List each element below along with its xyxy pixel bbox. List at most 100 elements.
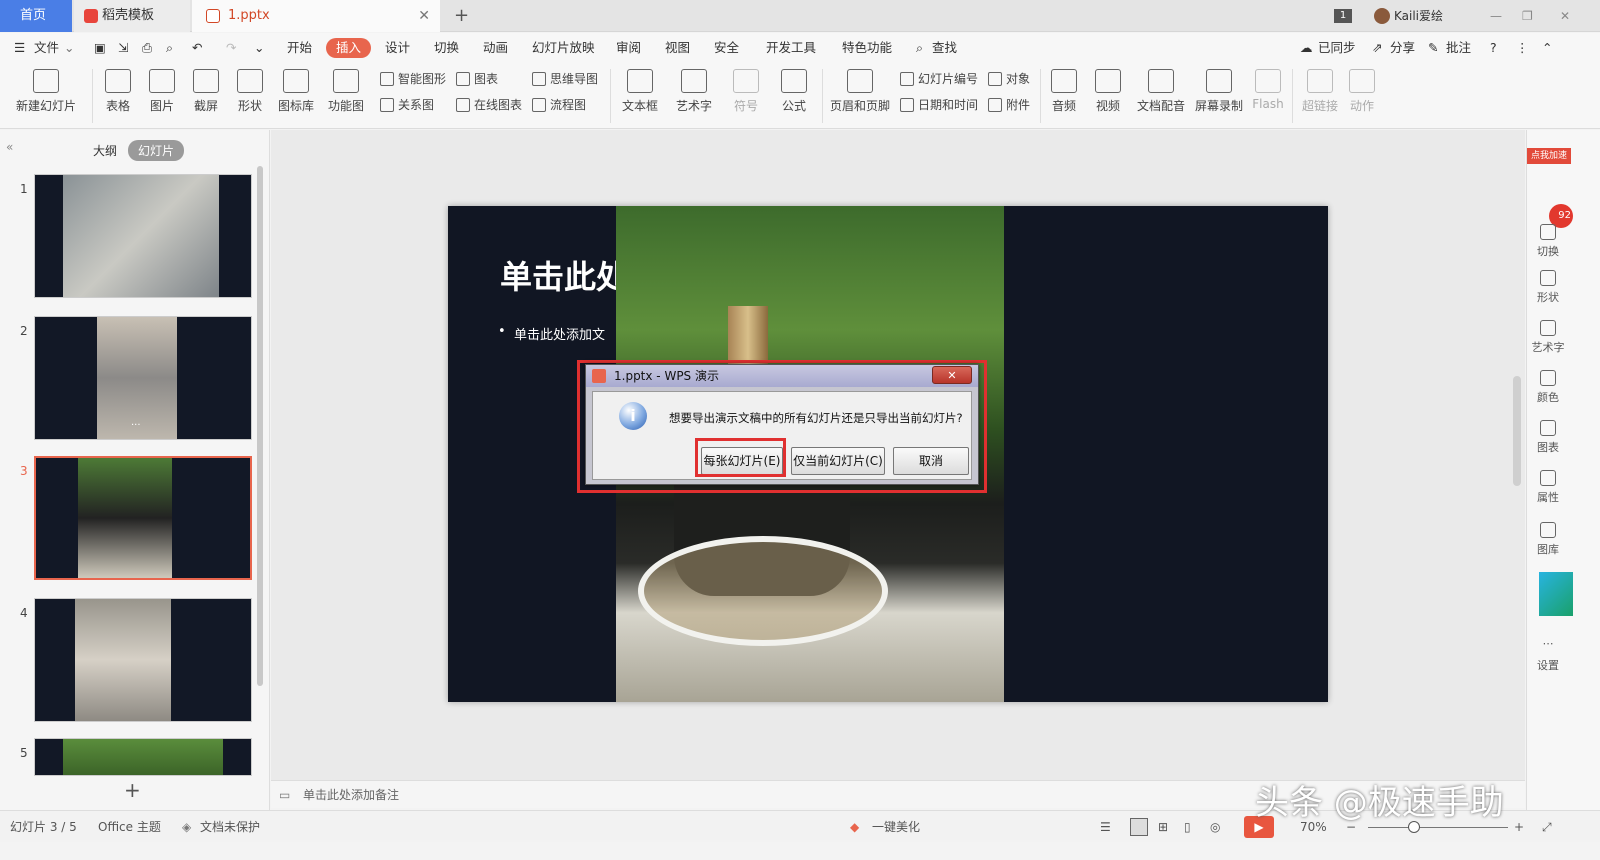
menu-view[interactable]: 视图 — [665, 33, 690, 63]
export-current-slide-button[interactable]: 仅当前幻灯片(C) — [791, 447, 885, 475]
wordart-button[interactable]: 艺术字 — [670, 63, 718, 114]
dialog-title-bar[interactable]: 1.pptx - WPS 演示 ✕ — [586, 365, 978, 387]
pane-chart[interactable]: 图表 — [1527, 420, 1569, 455]
pane-shape[interactable]: 形状 — [1527, 270, 1569, 305]
menu-transition[interactable]: 切换 — [434, 33, 459, 63]
save-icon[interactable]: ▣ — [94, 33, 106, 63]
relation-button[interactable]: 关系图 — [378, 95, 434, 115]
menu-start[interactable]: 开始 — [287, 33, 312, 63]
menu-features[interactable]: 特色功能 — [842, 33, 892, 63]
picture-button[interactable]: 图片 — [142, 63, 182, 114]
notes-toggle-icon[interactable]: ☰ — [1100, 811, 1111, 843]
annotate-button[interactable]: 批注 — [1446, 33, 1471, 63]
table-button[interactable]: 表格 — [98, 63, 138, 114]
tab-file[interactable]: 1.pptx ✕ — [192, 0, 440, 32]
menu-slideshow[interactable]: 幻灯片放映 — [532, 33, 595, 63]
canvas-vertical-scrollbar[interactable] — [1513, 376, 1521, 486]
cancel-button[interactable]: 取消 — [893, 447, 969, 475]
theme-name[interactable]: Office 主题 — [98, 811, 161, 843]
export-icon[interactable]: ⇲ — [118, 33, 128, 63]
doc-dub-button[interactable]: 文档配音 — [1134, 63, 1188, 114]
quick-access-icon[interactable]: ⌄ — [254, 33, 264, 63]
new-slide-button[interactable]: 新建幻灯片 — [8, 63, 84, 114]
video-button[interactable]: 视频 — [1088, 63, 1128, 114]
undo-icon[interactable]: ↶ — [192, 33, 202, 63]
speedup-promo[interactable]: 点我加速 — [1527, 148, 1571, 164]
hamburger-icon[interactable]: ☰ — [14, 33, 25, 63]
pane-settings[interactable]: ⋯ 设置 — [1527, 638, 1569, 673]
menu-animation[interactable]: 动画 — [483, 33, 508, 63]
close-window-icon[interactable]: ✕ — [1560, 0, 1570, 32]
pane-transition[interactable]: 切换 — [1527, 224, 1569, 259]
hyperlink-button[interactable]: 超链接 — [1298, 63, 1342, 114]
search-icon[interactable]: ⌕ — [916, 33, 923, 63]
collapse-ribbon-icon[interactable]: ⌃ — [1542, 33, 1552, 63]
slide-title[interactable]: 单击此处 — [500, 252, 628, 298]
pane-properties[interactable]: 属性 — [1527, 470, 1569, 505]
collapse-panel-icon[interactable]: « — [6, 140, 13, 154]
tab-close-icon[interactable]: ✕ — [418, 0, 430, 32]
screenshot-button[interactable]: 截屏 — [186, 63, 226, 114]
chevron-down-icon[interactable]: ⌄ — [64, 33, 74, 63]
object-button[interactable]: 对象 — [986, 69, 1030, 89]
zoom-slider[interactable] — [1368, 827, 1508, 828]
function-chart-button[interactable]: 功能图 — [322, 63, 370, 114]
textbox-button[interactable]: 文本框 — [616, 63, 664, 114]
minimize-icon[interactable]: — — [1490, 0, 1502, 32]
menu-review[interactable]: 审阅 — [616, 33, 641, 63]
tab-template[interactable]: 稻壳模板 — [74, 0, 190, 32]
attachment-button[interactable]: 附件 — [986, 95, 1030, 115]
menu-devtools[interactable]: 开发工具 — [766, 33, 816, 63]
menu-design[interactable]: 设计 — [385, 33, 410, 63]
avatar[interactable] — [1374, 8, 1390, 24]
slide-thumbnail-2[interactable]: ... — [34, 316, 252, 440]
slide-thumbnail-3[interactable] — [34, 456, 252, 580]
window-count-badge[interactable]: 1 — [1334, 9, 1352, 23]
reading-view-icon[interactable]: ▯ — [1184, 811, 1191, 843]
user-name[interactable]: Kaili爱绘 — [1394, 0, 1484, 32]
tab-slides[interactable]: 幻灯片 — [128, 140, 185, 161]
share-button[interactable]: 分享 — [1390, 33, 1415, 63]
dialog-close-button[interactable]: ✕ — [932, 366, 972, 384]
more-icon[interactable]: ⋮ — [1516, 33, 1529, 63]
preview-icon[interactable]: ⌕ — [166, 33, 173, 63]
new-tab-button[interactable]: + — [454, 0, 469, 32]
app-promo-icon[interactable] — [1539, 572, 1573, 616]
tab-outline[interactable]: 大纲 — [93, 142, 117, 159]
zoom-in-icon[interactable]: + — [1514, 811, 1524, 843]
chart-button[interactable]: 图表 — [454, 69, 498, 89]
slide-panel-scrollbar[interactable] — [257, 166, 263, 686]
datetime-button[interactable]: 日期和时间 — [898, 95, 978, 115]
sorter-view-icon[interactable]: ⊞ — [1158, 811, 1168, 843]
mindmap-button[interactable]: 思维导图 — [530, 69, 598, 89]
smart-shape-button[interactable]: 智能图形 — [378, 69, 446, 89]
slide-thumbnail-5[interactable] — [34, 738, 252, 776]
maximize-icon[interactable]: ❐ — [1522, 0, 1533, 32]
slide-thumbnail-1[interactable] — [34, 174, 252, 298]
pane-gallery[interactable]: 图库 — [1527, 522, 1569, 557]
online-chart-button[interactable]: 在线图表 — [454, 95, 522, 115]
print-icon[interactable]: ⎙ — [142, 33, 152, 63]
normal-view-icon[interactable] — [1130, 818, 1148, 836]
fit-window-icon[interactable]: ⤢ — [1542, 811, 1552, 843]
flash-button[interactable]: Flash — [1250, 63, 1286, 111]
slide-thumbnail-4[interactable] — [34, 598, 252, 722]
menu-search[interactable]: 查找 — [932, 33, 957, 63]
slide-number-button[interactable]: 幻灯片编号 — [898, 69, 978, 89]
audio-button[interactable]: 音频 — [1044, 63, 1084, 114]
redo-icon[interactable]: ↷ — [226, 33, 236, 63]
menu-file[interactable]: 文件 — [34, 33, 59, 63]
formula-button[interactable]: 公式 — [772, 63, 816, 114]
action-button[interactable]: 动作 — [1344, 63, 1380, 114]
header-footer-button[interactable]: 页眉和页脚 — [828, 63, 892, 114]
shape-button[interactable]: 形状 — [230, 63, 270, 114]
flowchart-button[interactable]: 流程图 — [530, 95, 586, 115]
screen-record-button[interactable]: 屏幕录制 — [1192, 63, 1246, 114]
add-slide-button[interactable]: + — [124, 778, 141, 802]
menu-insert[interactable]: 插入 — [326, 38, 372, 58]
icon-library-button[interactable]: 图标库 — [274, 63, 318, 114]
sync-status[interactable]: 已同步 — [1318, 33, 1356, 63]
slide-bullet-text[interactable]: 单击此处添加文 — [514, 324, 605, 343]
menu-security[interactable]: 安全 — [714, 33, 739, 63]
protection-status[interactable]: 文档未保护 — [200, 811, 260, 843]
